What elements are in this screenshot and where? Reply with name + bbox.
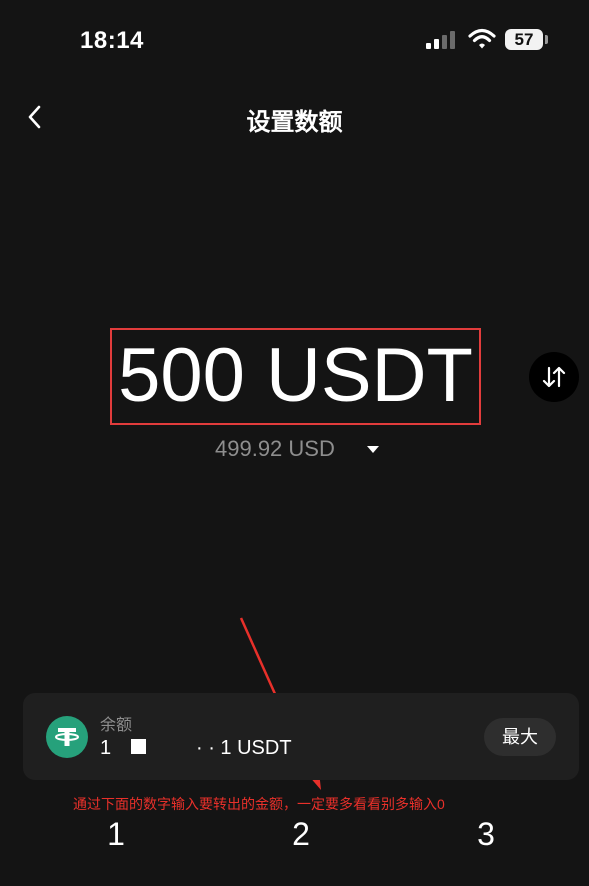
caret-down-icon[interactable] — [367, 446, 379, 453]
status-time: 18:14 — [80, 27, 144, 54]
keypad-key-3[interactable]: 3 — [456, 816, 516, 853]
balance-label: 余额 — [100, 717, 133, 734]
page-title: 设置数额 — [246, 109, 343, 136]
cellular-signal-icon — [426, 31, 460, 49]
swap-vertical-icon — [542, 366, 566, 388]
swap-button[interactable] — [529, 352, 579, 402]
fiat-value[interactable]: 499.92 USD — [215, 436, 335, 462]
redaction-block — [131, 739, 146, 754]
max-button[interactable]: 最大 — [484, 718, 556, 756]
balance-value-suffix: · · 1 USDT — [196, 737, 292, 759]
battery-level: 57 — [505, 29, 543, 50]
keypad-key-2[interactable]: 2 — [271, 816, 331, 853]
amount-display: 500 USDT — [118, 333, 473, 418]
wifi-icon — [468, 28, 496, 49]
battery-icon — [545, 35, 548, 44]
balance-value: 1 — [100, 737, 112, 759]
tether-icon — [46, 716, 88, 758]
keypad-key-1[interactable]: 1 — [86, 816, 146, 853]
annotation-text: 通过下面的数字输入要转出的金额，一定要多看看别多输入0 — [73, 796, 445, 812]
